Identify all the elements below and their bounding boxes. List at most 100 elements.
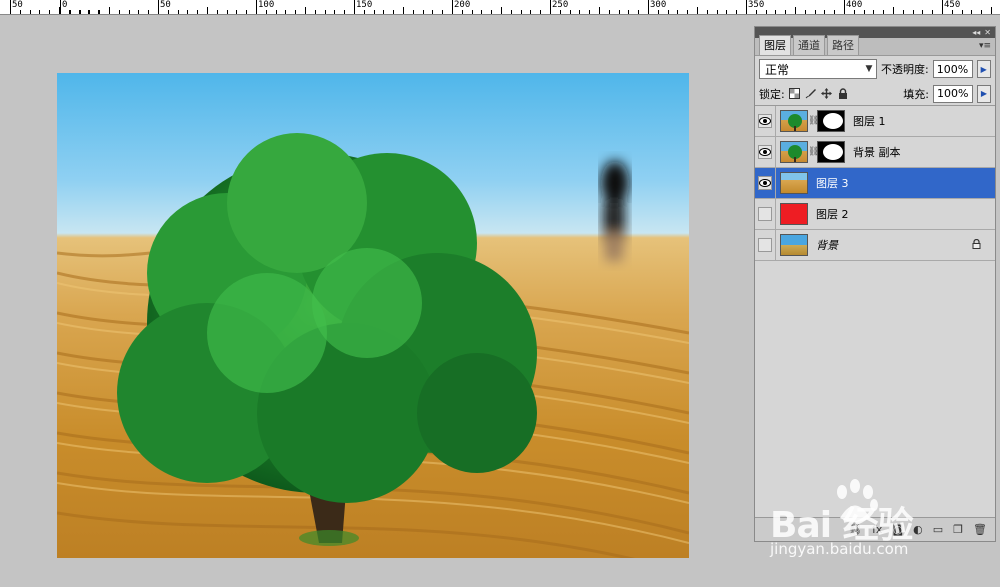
lock-fill-row: 锁定: 填充: 100% ▶: [755, 82, 995, 106]
layer-mask-thumbnail[interactable]: [817, 141, 845, 163]
ruler-minor-tick: [167, 10, 169, 14]
ruler-minor-tick: [559, 10, 561, 14]
fill-slider-button[interactable]: ▶: [977, 84, 991, 103]
ruler-minor-tick: [442, 10, 444, 14]
ruler-label: 300: [650, 0, 667, 10]
ruler-minor-tick: [657, 10, 659, 14]
visibility-toggle[interactable]: [755, 167, 776, 199]
ruler-minor-tick: [951, 10, 953, 14]
ruler-minor-tick: [481, 10, 483, 14]
ruler-minor-tick: [412, 10, 414, 14]
ruler-minor-tick: [902, 10, 904, 14]
layer-thumbnail: [780, 203, 808, 225]
mask-link-icon[interactable]: ⛓: [808, 116, 819, 126]
ruler-minor-tick: [49, 10, 51, 14]
lock-all-icon[interactable]: [837, 88, 849, 100]
ruler-minor-tick: [314, 10, 316, 14]
layer-thumbnail: [780, 172, 808, 194]
mask-link-icon[interactable]: ⛓: [808, 147, 819, 157]
ruler-minor-tick: [491, 10, 493, 14]
ruler-minor-tick: [932, 10, 934, 14]
visibility-toggle[interactable]: [755, 105, 776, 137]
opacity-label: 不透明度:: [881, 63, 929, 76]
lock-position-move-icon[interactable]: [821, 88, 833, 100]
ruler-minor-tick: [697, 7, 698, 14]
ruler-minor-tick: [863, 10, 865, 14]
ruler-minor-tick: [275, 10, 277, 14]
tab-channels[interactable]: 通道: [793, 35, 825, 55]
ruler-minor-tick: [246, 10, 248, 14]
ruler-minor-tick: [432, 10, 434, 14]
ruler-minor-tick: [334, 10, 336, 14]
lock-image-brush-icon[interactable]: [805, 88, 817, 100]
panel-tabs: 图层 通道 路径 ▾≡: [755, 35, 995, 56]
layer-row[interactable]: 图层 3: [755, 167, 995, 199]
canvas-image: [57, 133, 689, 558]
ruler-minor-tick: [540, 10, 542, 14]
blurred-figure: [601, 161, 629, 261]
layer-mask-thumbnail[interactable]: [817, 110, 845, 132]
document-canvas[interactable]: [57, 73, 689, 558]
visibility-toggle[interactable]: [755, 136, 776, 168]
ruler-minor-tick: [39, 10, 41, 14]
visibility-toggle[interactable]: [755, 229, 776, 261]
baidu-url: jingyan.baidu.com: [770, 540, 909, 558]
ruler-minor-tick: [226, 10, 228, 14]
ruler-minor-tick: [883, 10, 885, 14]
ruler-minor-tick: [363, 10, 365, 14]
fill-input[interactable]: 100%: [933, 84, 973, 103]
horizontal-ruler: 5005010015020025030035040045050055060065…: [0, 0, 1000, 15]
panel-menu-icon[interactable]: ▾≡: [979, 41, 991, 51]
ruler-minor-tick: [373, 10, 375, 14]
layer-row[interactable]: ⛓ 图层 1: [755, 105, 995, 137]
layer-row[interactable]: ⛓ 背景 副本: [755, 136, 995, 168]
ruler-minor-tick: [893, 7, 894, 14]
ruler-minor-tick: [706, 10, 708, 14]
ruler-minor-tick: [79, 10, 81, 14]
ruler-minor-tick: [177, 10, 179, 14]
ruler-minor-tick: [971, 10, 973, 14]
ruler-minor-tick: [207, 7, 208, 14]
ruler-minor-tick: [618, 10, 620, 14]
ruler-minor-tick: [501, 7, 502, 14]
ruler-minor-tick: [677, 10, 679, 14]
layer-name: 图层 2: [816, 208, 849, 221]
layer-name: 图层 1: [853, 115, 886, 128]
ruler-minor-tick: [461, 10, 463, 14]
tab-layers[interactable]: 图层: [759, 35, 791, 55]
layer-list: ⛓ 图层 1 ⛓ 背景 副本 图层 3 图层 2 背景: [755, 105, 995, 261]
ruler-minor-tick: [785, 10, 787, 14]
ruler-minor-tick: [99, 10, 101, 14]
ruler-minor-tick: [118, 10, 120, 14]
layers-panel: ◂◂ ✕ 图层 通道 路径 ▾≡ 正常 ▼ 不透明度: 100% ▶ 锁定: 填…: [754, 26, 996, 542]
ruler-minor-tick: [197, 10, 199, 14]
eye-icon: [758, 145, 772, 159]
ruler-label: 400: [846, 0, 863, 10]
ruler-minor-tick: [19, 10, 21, 14]
lock-transparency-icon[interactable]: [789, 88, 801, 100]
tab-paths[interactable]: 路径: [827, 35, 859, 55]
blend-mode-select[interactable]: 正常 ▼: [759, 59, 877, 79]
ruler-minor-tick: [991, 7, 992, 14]
visibility-toggle[interactable]: [755, 198, 776, 230]
opacity-input[interactable]: 100%: [932, 60, 973, 78]
close-panel-icon[interactable]: ✕: [984, 28, 991, 37]
ruler-minor-tick: [726, 10, 728, 14]
tree-crown: [117, 133, 537, 503]
eye-icon: [758, 114, 772, 128]
ruler-minor-tick: [608, 10, 610, 14]
ruler-minor-tick: [834, 10, 836, 14]
layer-row[interactable]: 图层 2: [755, 198, 995, 230]
blend-mode-value: 正常: [765, 62, 790, 77]
ruler-minor-tick: [285, 10, 287, 14]
layer-row[interactable]: 背景: [755, 229, 995, 261]
collapse-panel-icon[interactable]: ◂◂: [972, 28, 980, 37]
ruler-minor-tick: [187, 10, 189, 14]
ruler-label: 350: [748, 0, 765, 10]
ruler-minor-tick: [667, 10, 669, 14]
opacity-slider-button[interactable]: ▶: [976, 60, 991, 78]
ruler-minor-tick: [393, 10, 395, 14]
ruler-minor-tick: [510, 10, 512, 14]
ruler-minor-tick: [569, 10, 571, 14]
ruler-minor-tick: [599, 7, 600, 14]
